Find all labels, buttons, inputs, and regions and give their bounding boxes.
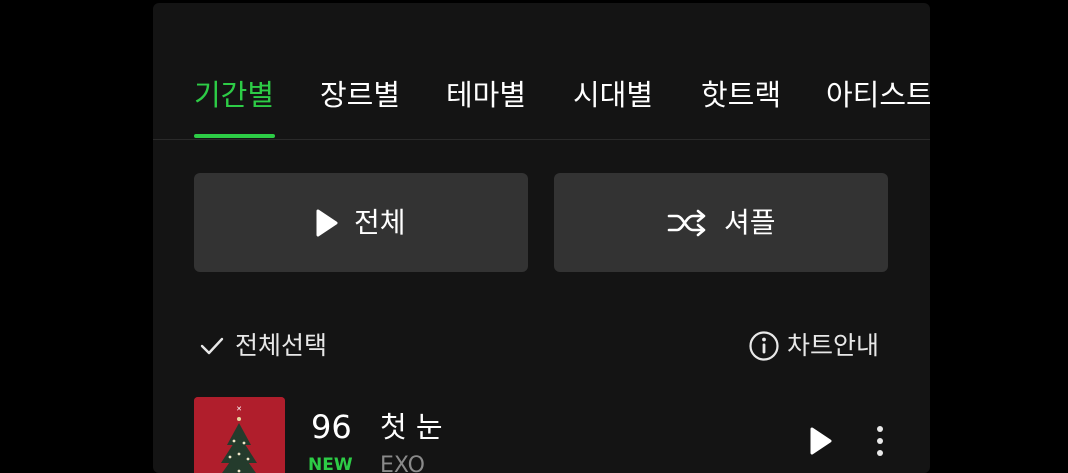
play-all-label: 전체 — [354, 205, 406, 239]
song-title[interactable]: 첫 눈 — [380, 405, 443, 449]
tab-bar: 기간별 장르별 테마별 시대별 핫트랙 아티스트 — [153, 3, 930, 140]
active-tab-indicator — [194, 134, 275, 138]
shuffle-label: 셔플 — [724, 205, 776, 239]
play-icon — [316, 209, 338, 236]
song-row[interactable]: ✕ 96 첫 눈 NEW EXO — [194, 397, 894, 473]
select-all-label: 전체선택 — [235, 331, 328, 360]
info-icon — [749, 331, 779, 361]
select-all-toggle[interactable]: 전체선택 — [198, 328, 327, 364]
more-options-button[interactable] — [874, 423, 886, 463]
tab-theme[interactable]: 테마별 — [446, 75, 526, 115]
chart-info-button[interactable]: 차트안내 — [748, 328, 879, 364]
chart-panel: 기간별 장르별 테마별 시대별 핫트랙 아티스트 전체 셔플 전체선택 차트안내… — [153, 3, 930, 473]
chart-info-label: 차트안내 — [787, 331, 880, 360]
play-icon — [810, 427, 832, 455]
shuffle-button[interactable]: 셔플 — [554, 173, 888, 272]
song-play-button[interactable] — [807, 425, 835, 461]
tab-genre[interactable]: 장르별 — [320, 75, 400, 115]
tab-period[interactable]: 기간별 — [194, 75, 274, 115]
artist-name[interactable]: EXO — [380, 451, 425, 473]
play-all-button[interactable]: 전체 — [194, 173, 528, 272]
tab-artist[interactable]: 아티스트 — [826, 75, 930, 115]
chart-rank: 96 — [311, 408, 352, 446]
shuffle-icon — [667, 209, 706, 236]
check-icon — [200, 337, 224, 355]
album-cover-image: ✕ — [194, 397, 285, 473]
tab-hot-track[interactable]: 핫트랙 — [701, 75, 781, 115]
tab-era[interactable]: 시대별 — [573, 75, 653, 115]
svg-text:✕: ✕ — [236, 405, 242, 413]
more-vertical-icon — [877, 426, 883, 456]
album-art[interactable]: ✕ — [194, 397, 285, 473]
new-badge: NEW — [308, 455, 353, 473]
